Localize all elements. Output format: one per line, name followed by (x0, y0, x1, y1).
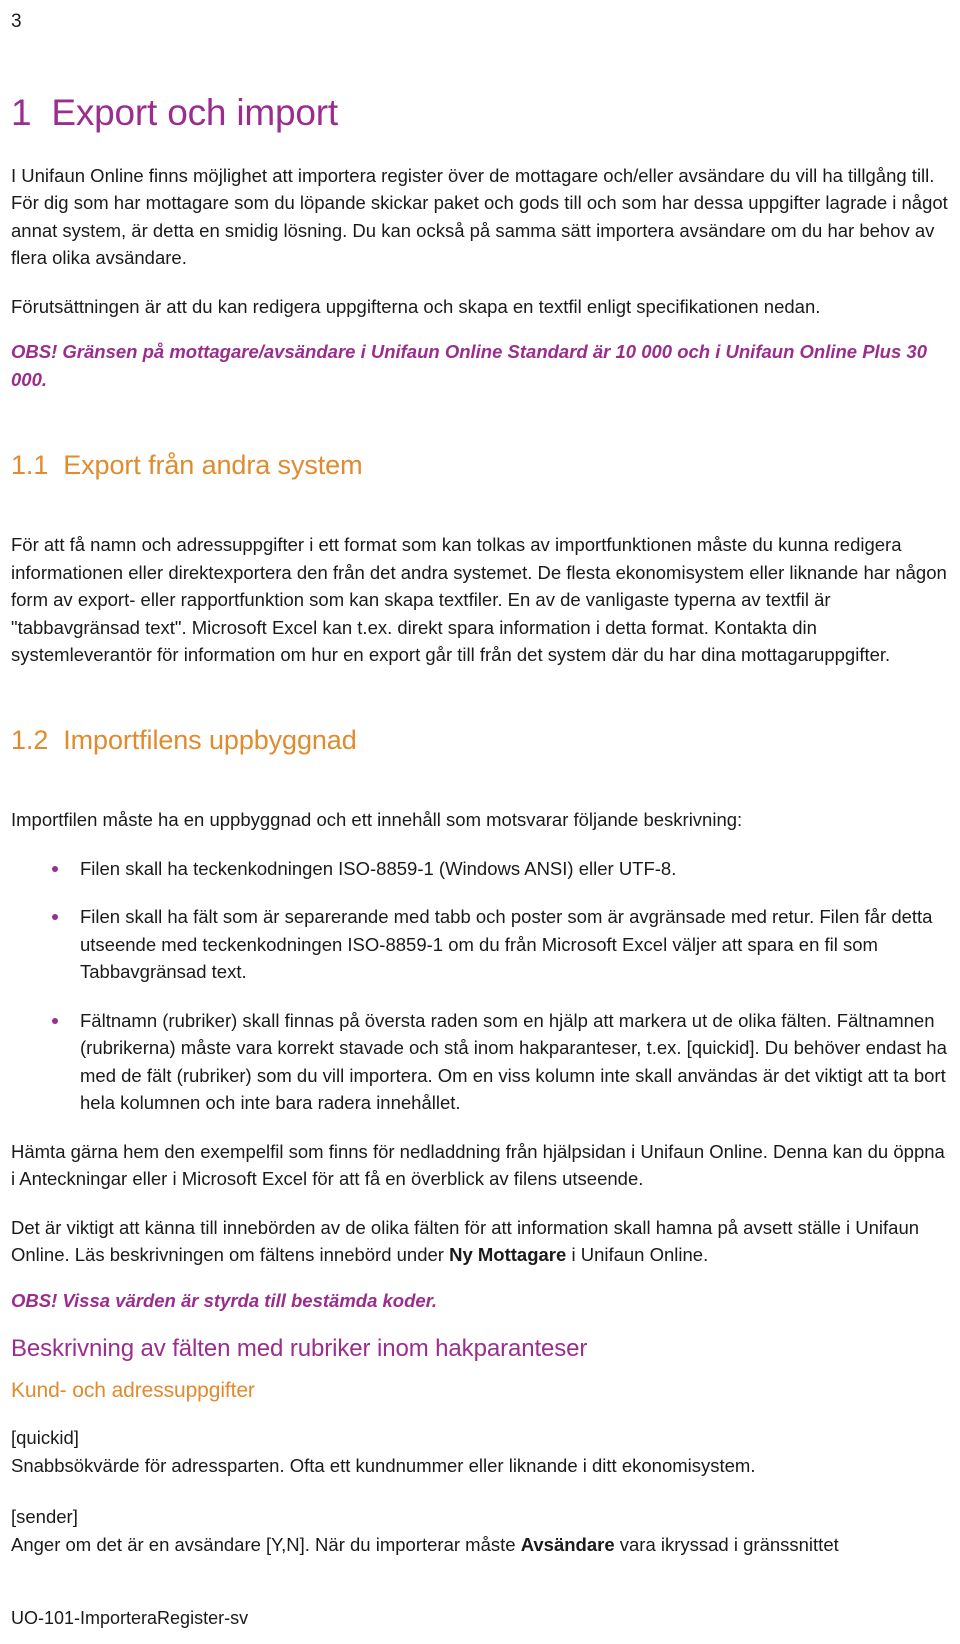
fields-meaning-paragraph: Det är viktigt att känna till innebörden… (11, 1214, 952, 1269)
bullet-dot-icon (52, 1017, 58, 1024)
precondition-paragraph: Förutsättningen är att du kan redigera u… (11, 295, 821, 317)
section-1-1-paragraph: För att få namn och adressuppgifter i et… (11, 534, 947, 666)
list-item: Fältnamn (rubriker) skall finnas på över… (8, 1007, 952, 1117)
section-1-2-heading: 1.2 Importfilens uppbyggnad (11, 725, 952, 756)
list-item: Filen skall ha fält som är separerande m… (8, 903, 952, 986)
field-description-post: vara ikryssad i gränssnittet (614, 1533, 839, 1555)
fields-meaning-post: i Unifaun Online. (566, 1244, 709, 1266)
section-1-1-heading: 1.1 Export från andra system (11, 450, 952, 481)
field-name: [sender] (11, 1506, 78, 1528)
fields-meaning-bold: Ny Mottagare (449, 1244, 567, 1266)
import-file-requirements-list: Filen skall ha teckenkodningen ISO-8859-… (8, 855, 952, 1117)
field-description-subheading: Kund- och adressuppgifter (11, 1379, 255, 1403)
field-description-text: Anger om det är en avsändare [Y,N]. När … (11, 1531, 952, 1559)
page-content: 3 1 Export och import I Unifaun Online fi… (8, 0, 952, 1558)
section-1-1-number: 1.1 (11, 449, 49, 480)
list-item-text: Filen skall ha teckenkodningen ISO-8859-… (80, 857, 677, 879)
obs-limits-note: OBS! Gränsen på mottagare/avsändare i Un… (11, 341, 927, 390)
field-name: [quickid] (11, 1427, 79, 1449)
chapter-title: Export och import (51, 92, 338, 133)
field-description-bold: Avsändare (520, 1533, 615, 1555)
list-item: Filen skall ha teckenkodningen ISO-8859-… (8, 855, 952, 883)
document-page: 3 1 Export och import I Unifaun Online fi… (0, 0, 960, 1644)
bullet-dot-icon (52, 865, 58, 872)
section-1-2-intro: Importfilen måste ha en uppbyggnad och e… (11, 809, 743, 831)
field-description-heading: Beskrivning av fälten med rubriker inom … (11, 1335, 588, 1363)
list-item-text: Filen skall ha fält som är separerande m… (80, 906, 933, 983)
field-description-pre: Anger om det är en avsändare [Y,N]. När … (11, 1533, 521, 1555)
chapter-intro-paragraph: I Unifaun Online finns möjlighet att imp… (11, 164, 948, 269)
field-definition-quickid: [quickid] Snabbsökvärde för adressparten… (11, 1424, 952, 1479)
document-footer: UO-101-ImporteraRegister-sv (11, 1608, 249, 1629)
section-1-2-number: 1.2 (11, 724, 49, 755)
field-description-text: Snabbsökvärde för adressparten. Ofta ett… (11, 1454, 756, 1476)
bullet-dot-icon (52, 914, 58, 921)
list-item-text: Fältnamn (rubriker) skall finnas på över… (80, 1009, 947, 1114)
obs-codes-note: OBS! Vissa värden är styrda till bestämd… (11, 1289, 438, 1311)
chapter-number: 1 (11, 92, 32, 133)
section-1-1-title: Export från andra system (63, 449, 363, 480)
chapter-heading: 1 Export och import (11, 92, 952, 134)
page-number: 3 (11, 11, 22, 32)
section-1-2-title: Importfilens uppbyggnad (63, 724, 357, 755)
sample-file-paragraph: Hämta gärna hem den exempelfil som finns… (11, 1140, 945, 1190)
field-definition-sender: [sender] Anger om det är en avsändare [Y… (11, 1503, 952, 1558)
